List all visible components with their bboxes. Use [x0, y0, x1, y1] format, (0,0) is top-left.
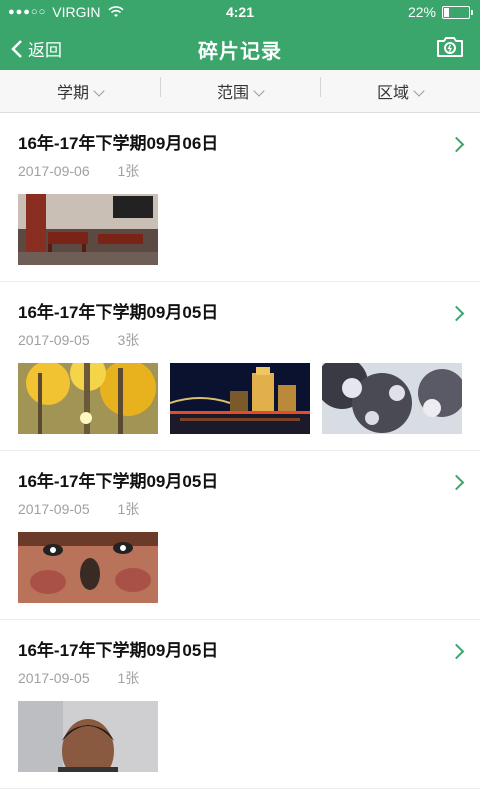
- photo-thumbnail[interactable]: [322, 363, 462, 434]
- child-face-photo: [18, 532, 158, 603]
- record-meta: 2017-09-05 1张: [18, 499, 139, 519]
- record-meta: 2017-09-05 1张: [18, 668, 139, 688]
- filter-scope[interactable]: 范围: [160, 77, 320, 103]
- photo-thumbnail[interactable]: [18, 194, 158, 265]
- photo-thumbnail[interactable]: [18, 363, 158, 434]
- record-photo-count: 3张: [117, 332, 140, 348]
- camera-icon[interactable]: [436, 35, 464, 59]
- filter-semester-label: 学期: [56, 85, 89, 102]
- photo-thumbnail[interactable]: [18, 532, 158, 603]
- chevron-right-icon: [448, 305, 465, 322]
- record-item[interactable]: 16年-17年下学期09月05日 2017-09-05 1张: [0, 620, 480, 789]
- man-portrait-photo: [18, 701, 158, 772]
- record-photo-count: 1张: [117, 670, 140, 686]
- record-list: 16年-17年下学期09月06日 2017-09-06 1张 16年-17年下学…: [0, 113, 480, 789]
- record-photo-count: 1张: [117, 163, 140, 179]
- battery-icon: [442, 5, 473, 19]
- record-date: 2017-09-06: [18, 163, 90, 179]
- filter-scope-label: 范围: [216, 85, 249, 102]
- record-meta: 2017-09-06 1张: [18, 161, 139, 181]
- filter-bar: 学期 范围 区域: [0, 70, 480, 113]
- photo-thumbnail[interactable]: [170, 363, 310, 434]
- chevron-right-icon: [448, 474, 465, 491]
- status-bar: ●●●○○ VIRGIN 4:21 22%: [0, 0, 480, 24]
- chevron-down-icon: [93, 85, 105, 97]
- record-date: 2017-09-05: [18, 332, 90, 348]
- photo-strip: [18, 194, 158, 265]
- photo-strip: [18, 363, 462, 434]
- record-title: 16年-17年下学期09月05日: [18, 303, 219, 322]
- filter-region[interactable]: 区域: [320, 77, 480, 103]
- photo-strip: [18, 701, 158, 772]
- chevron-right-icon: [448, 643, 465, 660]
- record-title: 16年-17年下学期09月06日: [18, 134, 219, 153]
- classroom-photo: [18, 194, 158, 265]
- chevron-down-icon: [413, 85, 425, 97]
- autumn-trees-photo: [18, 363, 158, 434]
- record-date: 2017-09-05: [18, 670, 90, 686]
- filter-semester[interactable]: 学期: [0, 79, 160, 103]
- cherry-blossom-photo: [322, 363, 462, 434]
- record-date: 2017-09-05: [18, 501, 90, 517]
- status-right: 22%: [407, 4, 473, 20]
- record-item[interactable]: 16年-17年下学期09月06日 2017-09-06 1张: [0, 113, 480, 282]
- photo-strip: [18, 532, 158, 603]
- filter-region-label: 区域: [376, 85, 409, 102]
- photo-thumbnail[interactable]: [18, 701, 158, 772]
- page-title: 碎片记录: [198, 41, 282, 63]
- battery-percent: 22%: [407, 4, 436, 20]
- battery-level-fill: [444, 7, 450, 17]
- city-night-photo: [170, 363, 310, 434]
- record-item[interactable]: 16年-17年下学期09月05日 2017-09-05 1张: [0, 451, 480, 620]
- record-photo-count: 1张: [117, 501, 140, 517]
- record-title: 16年-17年下学期09月05日: [18, 641, 219, 660]
- chevron-right-icon: [448, 136, 465, 153]
- record-meta: 2017-09-05 3张: [18, 330, 139, 350]
- chevron-down-icon: [253, 85, 265, 97]
- record-title: 16年-17年下学期09月05日: [18, 472, 219, 491]
- record-item[interactable]: 16年-17年下学期09月05日 2017-09-05 3张: [0, 282, 480, 451]
- nav-bar: 返回 碎片记录: [0, 24, 480, 70]
